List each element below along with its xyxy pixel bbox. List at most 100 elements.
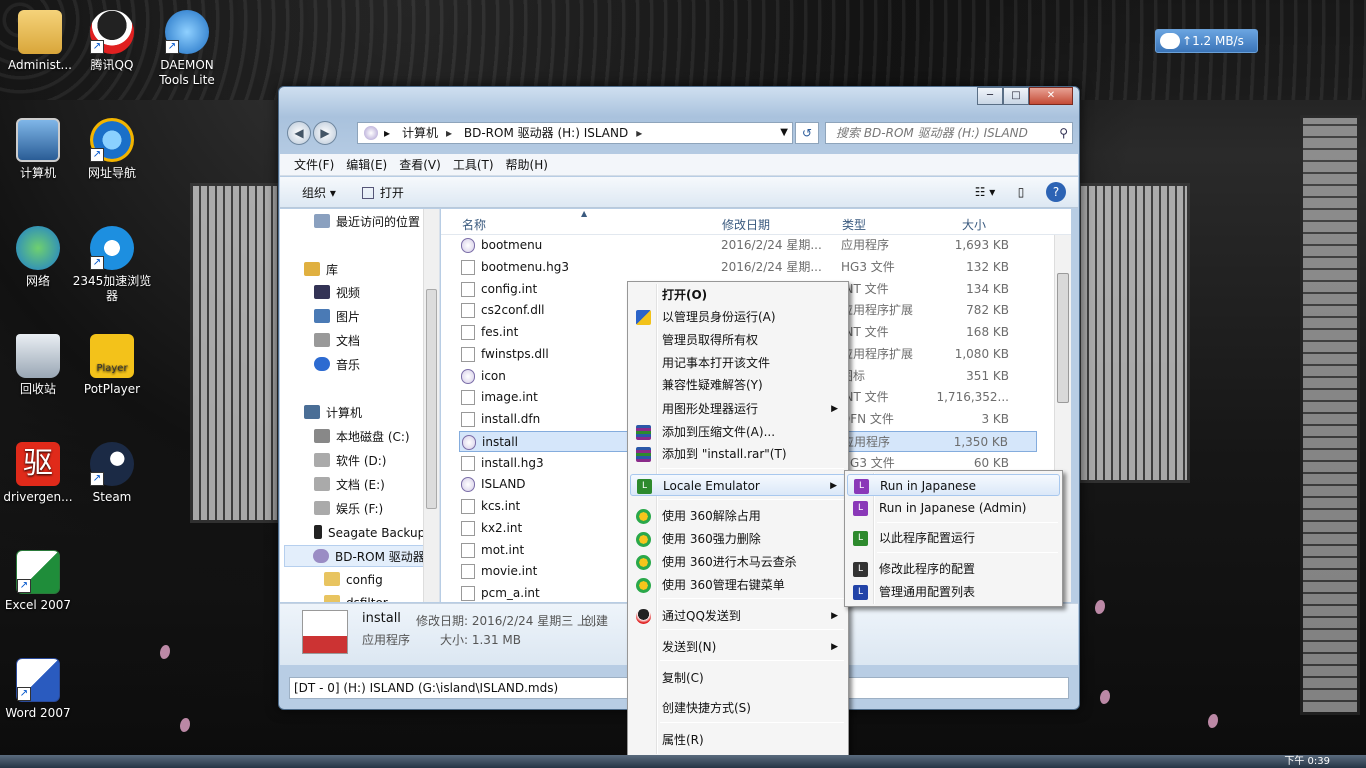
context-menu-item[interactable]: L Locale Emulator ▶	[630, 474, 846, 496]
nav-drive-e[interactable]: 文档 (E:)	[314, 474, 385, 496]
context-menu-item[interactable]: 发送到(N) ▶	[630, 636, 846, 658]
ie-icon: ↗	[90, 118, 134, 162]
locale-emulator-icon: L	[853, 531, 868, 546]
desktop-icon-steam[interactable]: ↗ Steam	[72, 442, 152, 505]
nav-recent-places[interactable]: 最近访问的位置	[314, 211, 420, 233]
nav-drive-c[interactable]: 本地磁盘 (C:)	[314, 426, 410, 448]
column-size[interactable]: 大小	[962, 216, 986, 233]
nav-folder-config[interactable]: config	[324, 569, 383, 591]
desktop-icon-computer[interactable]: 计算机	[0, 118, 78, 181]
file-icon	[461, 282, 475, 297]
context-menu-item[interactable]: 用图形处理器运行 ▶	[630, 398, 846, 420]
open-button[interactable]: 打开	[361, 184, 404, 201]
file-icon	[461, 586, 475, 601]
context-menu-item[interactable]: 使用 360强力删除	[630, 528, 846, 550]
file-row[interactable]: bootmenu.hg3 2016/2/24 星期... HG3 文件 132 …	[459, 257, 1037, 278]
view-options-icon[interactable]: ☷ ▾	[974, 182, 996, 202]
file-row[interactable]: bootmenu 2016/2/24 星期... 应用程序 1,693 KB	[459, 235, 1037, 256]
context-menu-item[interactable]: 兼容性疑难解答(Y)	[630, 374, 846, 396]
column-date[interactable]: 修改日期	[722, 216, 770, 233]
menu-file[interactable]: 文件(F)	[294, 154, 334, 175]
navigation-bar: ◀ ▶ ▸ 计算机 ▸ BD-ROM 驱动器 (H:) ISLAND ▸ ▼ ↺ 搜…	[285, 120, 1073, 146]
desktop-icon-drivergenius[interactable]: 驱 drivergen...	[0, 442, 78, 505]
context-menu-item[interactable]: 打开(O)	[630, 284, 846, 306]
word-icon: ↗	[16, 658, 60, 702]
context-menu-item[interactable]: 使用 360解除占用	[630, 505, 846, 527]
context-menu-item[interactable]: 创建快捷方式(S)	[630, 697, 846, 719]
submenu-item[interactable]: L Run in Japanese (Admin)	[847, 497, 1060, 519]
menu-item-label: 使用 360强力删除	[662, 532, 761, 546]
nav-documents[interactable]: 文档	[314, 330, 360, 352]
search-input[interactable]: 搜索 BD-ROM 驱动器 (H:) ISLAND ⚲	[825, 122, 1073, 144]
column-type[interactable]: 类型	[842, 216, 866, 233]
context-menu-item[interactable]: 属性(R)	[630, 729, 846, 751]
nav-computer[interactable]: 计算机	[304, 402, 362, 424]
desktop-icon-recycle-bin[interactable]: 回收站	[0, 334, 78, 397]
context-menu-item[interactable]: 以管理员身份运行(A)	[630, 306, 846, 328]
menu-edit[interactable]: 编辑(E)	[346, 154, 387, 175]
context-menu-item[interactable]: 复制(C)	[630, 667, 846, 689]
submenu-item[interactable]: L 以此程序配置运行	[847, 527, 1060, 549]
forward-button[interactable]: ▶	[313, 121, 337, 145]
desktop-icon-daemon-tools[interactable]: ↗ DAEMON Tools Lite	[147, 10, 227, 88]
nav-seagate-backup[interactable]: Seagate Backup	[314, 522, 425, 544]
desktop-icon-administrator[interactable]: Administ...	[0, 10, 80, 73]
organize-button[interactable]: 组织 ▾	[302, 184, 336, 201]
360-icon	[636, 578, 651, 593]
desktop-icon-word[interactable]: ↗ Word 2007	[0, 658, 78, 721]
context-menu-item[interactable]: 用记事本打开该文件	[630, 352, 846, 374]
preview-pane-icon[interactable]: ▯	[1010, 182, 1032, 202]
nav-pane-scrollbar[interactable]	[423, 209, 439, 602]
locale-emulator-icon: L	[853, 585, 868, 600]
submenu-item[interactable]: L 修改此程序的配置	[847, 558, 1060, 580]
context-menu-item[interactable]: 使用 360进行木马云查杀	[630, 551, 846, 573]
close-button[interactable]: ✕	[1029, 87, 1073, 105]
desktop-icon-2345-browser[interactable]: ↗ 2345加速浏览器	[72, 226, 152, 304]
maximize-button[interactable]: □	[1003, 87, 1029, 105]
details-created: 创建	[584, 614, 609, 628]
scrollbar-thumb[interactable]	[426, 289, 437, 509]
context-menu-item[interactable]: 添加到压缩文件(A)...	[630, 421, 846, 443]
nav-libraries[interactable]: 库	[304, 259, 338, 281]
file-name: mot.int	[481, 543, 525, 557]
folder-icon	[324, 572, 340, 586]
nav-folder-dsfiltor[interactable]: dsfiltor	[324, 592, 388, 602]
taskbar-clock[interactable]: 下午 0:39	[1284, 755, 1330, 768]
nav-pictures[interactable]: 图片	[314, 306, 360, 328]
context-menu-item[interactable]: 管理员取得所有权	[630, 329, 846, 351]
submenu-item[interactable]: L 管理通用配置列表	[847, 581, 1060, 603]
menu-item-label: 属性(R)	[662, 733, 704, 747]
address-bar[interactable]: ▸ 计算机 ▸ BD-ROM 驱动器 (H:) ISLAND ▸ ▼	[357, 122, 793, 144]
nav-drive-d[interactable]: 软件 (D:)	[314, 450, 386, 472]
file-name: fwinstps.dll	[481, 347, 549, 361]
file-size: 132 KB	[966, 260, 1009, 274]
menu-tools[interactable]: 工具(T)	[453, 154, 494, 175]
context-menu-item[interactable]: 使用 360管理右键菜单	[630, 574, 846, 596]
back-button[interactable]: ◀	[287, 121, 311, 145]
desktop-icon-excel[interactable]: ↗ Excel 2007	[0, 550, 78, 613]
nav-videos[interactable]: 视频	[314, 282, 360, 304]
menu-view[interactable]: 查看(V)	[399, 154, 441, 175]
desktop-icon-qq[interactable]: ↗ 腾讯QQ	[72, 10, 152, 73]
context-menu-item[interactable]: 通过QQ发送到 ▶	[630, 605, 846, 627]
context-menu-item[interactable]: 添加到 "install.rar"(T)	[630, 443, 846, 465]
scrollbar-thumb[interactable]	[1057, 273, 1069, 403]
network-speed-badge[interactable]: ↑1.2 MB/s	[1155, 29, 1258, 53]
desktop-icon-network[interactable]: 网络	[0, 226, 78, 289]
breadcrumb-computer[interactable]: 计算机	[402, 126, 438, 140]
submenu-item[interactable]: L Run in Japanese	[847, 474, 1060, 496]
address-dropdown-icon[interactable]: ▼	[780, 123, 788, 143]
nav-bd-rom[interactable]: BD-ROM 驱动器	[284, 545, 428, 567]
search-icon[interactable]: ⚲	[1059, 123, 1068, 143]
refresh-button[interactable]: ↺	[795, 122, 819, 144]
desktop-icon-web-nav[interactable]: ↗ 网址导航	[72, 118, 152, 181]
menu-help[interactable]: 帮助(H)	[506, 154, 548, 175]
help-icon[interactable]: ?	[1046, 182, 1066, 202]
desktop-icon-potplayer[interactable]: Player PotPlayer	[72, 334, 152, 397]
breadcrumb-drive[interactable]: BD-ROM 驱动器 (H:) ISLAND	[464, 126, 628, 140]
context-menu: 打开(O) 以管理员身份运行(A) 管理员取得所有权 用记事本打开该文件 兼容性疑难解答…	[627, 281, 849, 757]
nav-drive-f[interactable]: 娱乐 (F:)	[314, 498, 383, 520]
minimize-button[interactable]: ─	[977, 87, 1003, 105]
nav-music[interactable]: 音乐	[314, 354, 360, 376]
column-name[interactable]: 名称	[462, 216, 486, 233]
